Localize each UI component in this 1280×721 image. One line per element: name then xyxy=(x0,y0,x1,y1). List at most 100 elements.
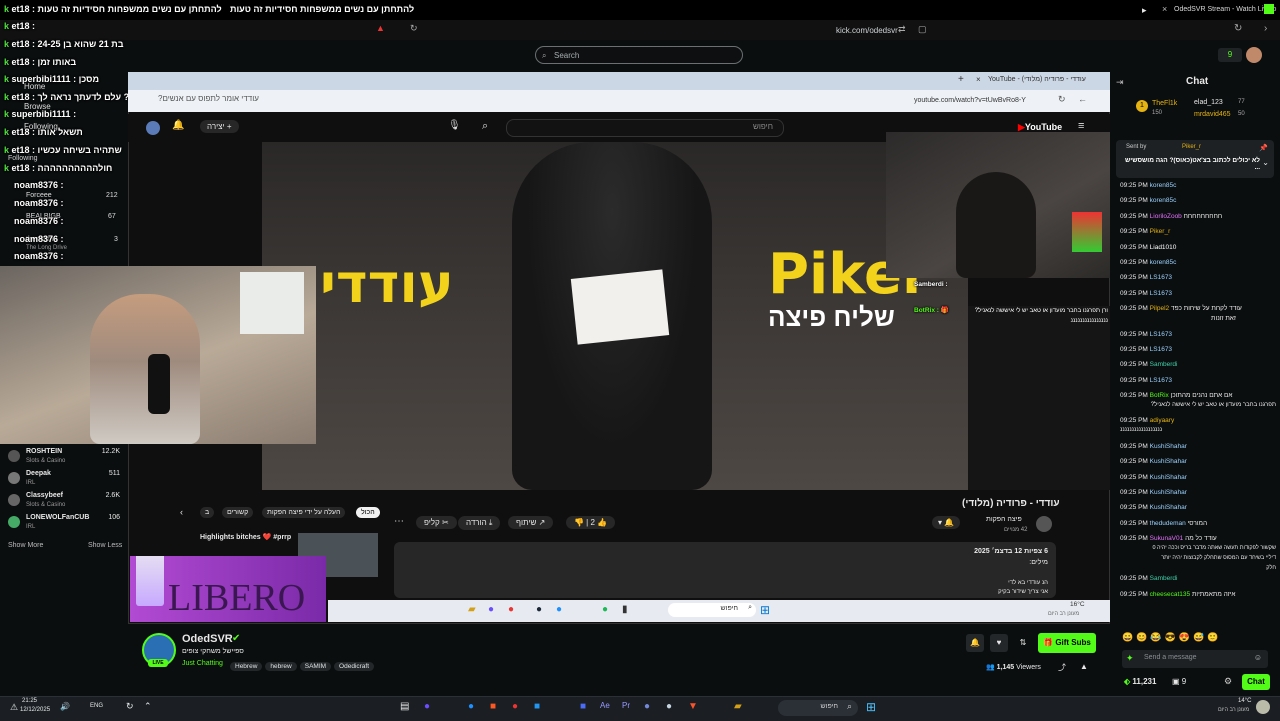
ad-banner[interactable]: LIBERO xyxy=(130,556,326,622)
pin-icon[interactable]: 📌 xyxy=(1259,144,1268,152)
tab-close-icon[interactable]: × xyxy=(976,75,981,84)
chat-message[interactable]: 09:25 PM thedudeman המורסי xyxy=(1120,520,1276,535)
chat-input[interactable]: ✦ Send a message ☺ xyxy=(1122,650,1268,668)
video-player[interactable]: עודדי Piker שליח פיצה xyxy=(262,142,968,490)
new-tab-icon[interactable]: + xyxy=(958,74,964,85)
tag[interactable]: hebrew xyxy=(265,662,297,671)
yt-channel-name[interactable]: פיצה הפקות xyxy=(986,516,1022,523)
steam-icon[interactable]: ● xyxy=(536,604,542,615)
app-icon[interactable]: ● xyxy=(424,701,430,712)
video-description[interactable]: 6 צפיות 12 בדצמ׳ 2025 מילים: הנ עודדי בא… xyxy=(394,542,1056,598)
chat-message[interactable]: 09:25 PM LS1673 xyxy=(1120,346,1276,361)
tune-icon[interactable]: ⇄ xyxy=(898,24,906,35)
folder-icon[interactable]: ▰ xyxy=(468,604,476,615)
bookmark-icon[interactable]: ▢ xyxy=(918,24,927,35)
taskbar-search[interactable]: חיפוש ⌕ xyxy=(668,603,756,617)
show-less-button[interactable]: Show Less xyxy=(88,542,122,549)
refresh-icon[interactable]: ↻ xyxy=(1234,23,1242,34)
share-icon[interactable]: ⇅ xyxy=(1014,634,1032,652)
reload-icon[interactable]: ↻ xyxy=(410,23,418,34)
forward-icon[interactable]: › xyxy=(1264,23,1267,34)
collapse-chat-icon[interactable]: ⇥ xyxy=(1116,77,1124,88)
search-icon[interactable]: ⌕ xyxy=(482,120,488,133)
after-effects-icon[interactable]: Ae xyxy=(600,701,610,710)
chat-message[interactable]: 09:25 PM koren85c xyxy=(1120,197,1276,212)
chat-message[interactable]: 09:25 PM adiyaary xyxy=(1120,417,1276,427)
chat-message[interactable]: 09:25 PM BotRix אם אתם נהנים מהתוכן xyxy=(1120,392,1276,402)
chat-message[interactable]: 09:25 PM Samberdi xyxy=(1120,575,1276,590)
tag[interactable]: Odedicraft xyxy=(334,662,375,671)
create-button[interactable]: יצירה + xyxy=(200,120,239,133)
share-icon[interactable]: ⤴ xyxy=(1058,662,1066,673)
volume-icon[interactable]: 🔊 xyxy=(60,702,70,711)
top-gifter-name[interactable]: TheFl1k xyxy=(1152,100,1177,107)
search-input[interactable]: ⌕ Search xyxy=(535,46,743,64)
like-button[interactable]: 👎 | 2 👍 xyxy=(566,516,616,529)
chip[interactable]: קשורים xyxy=(222,507,254,518)
secondary-points[interactable]: ▣ 9 xyxy=(1172,677,1186,686)
app-icon[interactable]: ↻ xyxy=(126,701,134,712)
chat-message[interactable]: 09:25 PM LS1673 xyxy=(1120,331,1276,346)
extension-icon[interactable]: ▲ xyxy=(376,23,385,33)
top-gifter-name[interactable]: elad_123 xyxy=(1194,99,1223,106)
mic-icon[interactable]: 🎙 xyxy=(448,120,461,131)
steam-icon[interactable]: ● xyxy=(666,701,672,712)
chat-message[interactable]: 09:25 PM Piker_r xyxy=(1120,228,1276,243)
premiere-icon[interactable]: Pr xyxy=(622,701,630,710)
app-icon[interactable]: ■ xyxy=(580,701,586,712)
weather-icon[interactable] xyxy=(1256,700,1270,714)
chat-message[interactable]: 09:25 PM Samberdi xyxy=(1120,361,1276,376)
sparkle-icon[interactable]: ✦ xyxy=(1126,653,1134,664)
pinned-message[interactable]: Sent by Piker_r לא יכולים לכתוב בצ'אט(כא… xyxy=(1116,140,1274,178)
emoji-icon[interactable]: ☺ xyxy=(1254,653,1262,662)
chat-message[interactable]: 09:25 PM Liad1010 xyxy=(1120,244,1276,259)
chat-message[interactable]: 09:25 PM KushiShahar xyxy=(1120,504,1276,519)
windows-start-icon[interactable]: ⊞ xyxy=(760,603,770,617)
chips-prev-icon[interactable]: ‹ xyxy=(180,507,183,517)
wifi-icon[interactable]: ⚠ xyxy=(10,702,18,713)
tag[interactable]: Hebrew xyxy=(230,662,263,671)
language-indicator[interactable]: ENG xyxy=(90,703,103,709)
report-icon[interactable]: ▲ xyxy=(1080,662,1088,671)
points-badge[interactable]: 9 xyxy=(1218,48,1242,62)
channel-name[interactable]: OdedSVR xyxy=(182,633,233,645)
edge-icon[interactable]: ● xyxy=(468,701,474,712)
chat-message[interactable]: 09:25 PM LS1673 xyxy=(1120,377,1276,392)
notifications-icon[interactable]: 🔔 xyxy=(172,120,184,131)
download-button[interactable]: הורדה ⤓ xyxy=(458,516,501,530)
back-icon[interactable]: ← xyxy=(1078,94,1087,104)
list-item[interactable]: LONEWOLFanCUB IRL 106 xyxy=(8,514,126,536)
chat-message[interactable]: 09:25 PM LS1673 xyxy=(1120,290,1276,305)
list-item[interactable]: Deepak IRL 511 xyxy=(8,470,126,492)
gift-subs-button[interactable]: 🎁 Gift Subs xyxy=(1038,633,1096,653)
emote-bar[interactable]: 😀😊😂😎😍😅🙂 xyxy=(1122,632,1274,644)
channel-avatar[interactable] xyxy=(1036,516,1052,532)
chat-message[interactable]: 09:25 PM KushiShahar xyxy=(1120,489,1276,504)
list-item[interactable]: Classybeef Slots & Casino 2.6K xyxy=(8,492,126,514)
app-icon[interactable]: ▮ xyxy=(622,604,628,615)
tab-title[interactable]: OdedSVR Stream - Watch Live o xyxy=(1174,6,1276,13)
taskbar-search[interactable]: חיפוש ⌕ xyxy=(778,700,858,716)
inner-url[interactable]: youtube.com/watch?v=tUwBvRo8-Y xyxy=(914,97,1026,104)
list-item[interactable]: ROSHTEIN Slots & Casino 12.2K xyxy=(8,448,126,470)
tab-close-icon[interactable]: × xyxy=(1162,4,1167,14)
chat-message[interactable]: 09:25 PM Pilpel2 עודד לקחת על שיחות כפד xyxy=(1120,305,1276,315)
chip[interactable]: ב xyxy=(200,507,215,518)
chrome-icon[interactable]: ● xyxy=(512,701,518,712)
app-icon[interactable]: ■ xyxy=(534,701,540,712)
app-icon[interactable]: ● xyxy=(488,604,494,615)
tag[interactable]: SAMIM xyxy=(299,662,332,671)
spotify-icon[interactable]: ● xyxy=(602,604,608,615)
chat-message[interactable]: 09:25 PM SukunaV01 עודד כל מה xyxy=(1120,535,1276,545)
chat-message[interactable]: 09:25 PM KushiShahar xyxy=(1120,458,1276,473)
brave-icon[interactable]: ▼ xyxy=(688,701,698,712)
clip-button[interactable]: קליפ ✂ xyxy=(416,516,457,529)
chat-message[interactable]: 09:25 PM cheesecat135 איזה מתאמתיות xyxy=(1120,591,1276,603)
settings-gear-icon[interactable]: ⚙ xyxy=(1224,676,1232,687)
menu-icon[interactable]: ≡ xyxy=(1078,120,1084,132)
chip-active[interactable]: הכול xyxy=(356,507,380,518)
inner-tab-title[interactable]: עודדי - פרודיה (מלודי) - YouTube xyxy=(988,76,1086,83)
chip[interactable]: העלה על ידי פיצה הפקות xyxy=(262,507,346,518)
address-url[interactable]: kick.com/odedsvr xyxy=(836,26,898,35)
follow-heart-icon[interactable]: ♥ xyxy=(990,634,1008,652)
